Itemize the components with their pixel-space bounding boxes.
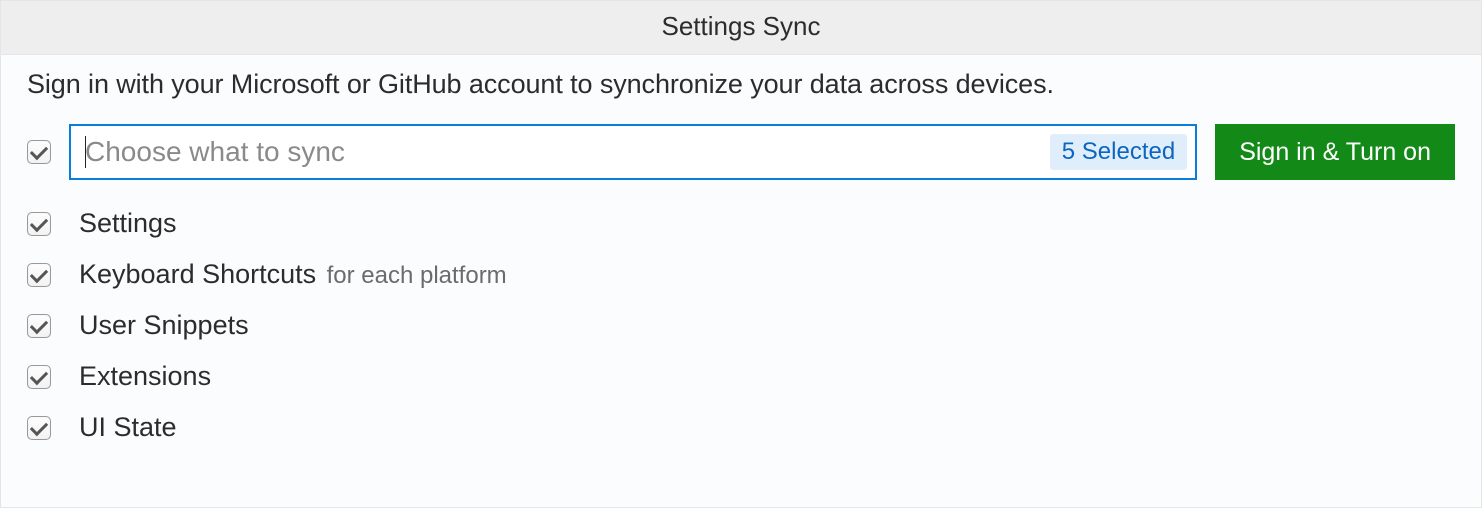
dialog-title: Settings Sync	[662, 11, 821, 41]
option-note: for each platform	[327, 262, 507, 289]
list-item[interactable]: UI State	[27, 412, 1455, 443]
option-checkbox-extensions[interactable]	[27, 365, 51, 389]
input-row: 5 Selected Sign in & Turn on	[27, 124, 1455, 180]
settings-sync-dialog: Settings Sync Sign in with your Microsof…	[0, 0, 1482, 508]
option-label: UI State	[79, 412, 177, 442]
select-all-checkbox[interactable]	[27, 140, 51, 164]
sync-input[interactable]	[85, 126, 1050, 178]
option-label: Settings	[79, 208, 177, 238]
list-item[interactable]: Extensions	[27, 361, 1455, 392]
option-label: Keyboard Shortcuts	[79, 259, 316, 289]
sync-input-container: 5 Selected	[69, 124, 1197, 180]
option-checkbox-user-snippets[interactable]	[27, 314, 51, 338]
option-checkbox-settings[interactable]	[27, 212, 51, 236]
dialog-subtitle: Sign in with your Microsoft or GitHub ac…	[27, 69, 1455, 100]
list-item[interactable]: Keyboard Shortcuts for each platform	[27, 259, 1455, 290]
list-item[interactable]: User Snippets	[27, 310, 1455, 341]
selected-count-badge: 5 Selected	[1050, 134, 1187, 170]
option-checkbox-ui-state[interactable]	[27, 416, 51, 440]
option-label: Extensions	[79, 361, 211, 391]
sign-in-button[interactable]: Sign in & Turn on	[1215, 124, 1455, 180]
dialog-titlebar: Settings Sync	[1, 1, 1481, 55]
option-label: User Snippets	[79, 310, 249, 340]
option-checkbox-keyboard-shortcuts[interactable]	[27, 263, 51, 287]
list-item[interactable]: Settings	[27, 208, 1455, 239]
dialog-content: Sign in with your Microsoft or GitHub ac…	[1, 55, 1481, 507]
text-cursor	[85, 136, 86, 168]
